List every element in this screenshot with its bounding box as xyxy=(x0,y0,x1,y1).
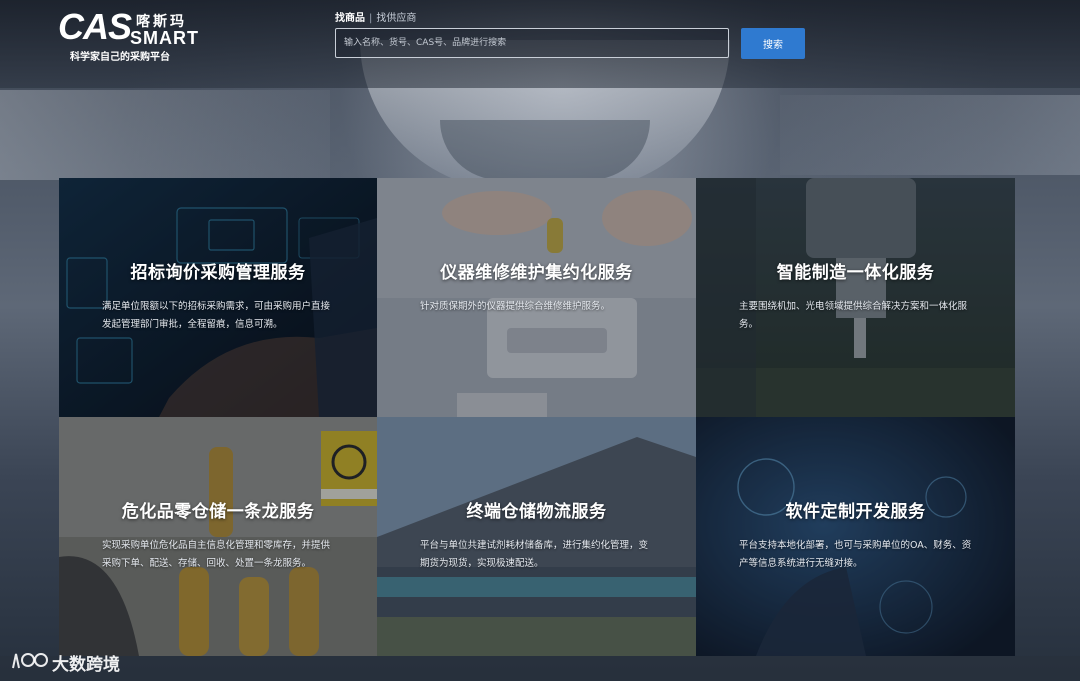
search-button[interactable]: 搜索 xyxy=(741,28,805,59)
service-card-instrument-repair[interactable]: 仪器维修维护集约化服务 针对质保期外的仪器提供综合维修维护服务。 xyxy=(377,178,696,417)
services-grid: 招标询价采购管理服务 满足单位限额以下的招标采购需求，可由采购用户直接发起管理部… xyxy=(59,178,1015,656)
tab-find-products[interactable]: 找商品 xyxy=(335,9,365,24)
service-card-smart-manufacturing[interactable]: 智能制造一体化服务 主要围绕机加、光电领域提供综合解决方案和一体化服务。 xyxy=(696,178,1015,417)
watermark-text: 大数跨境 xyxy=(52,655,120,675)
service-title: 软件定制开发服务 xyxy=(785,502,926,522)
background-microscope-lens xyxy=(440,120,650,180)
logo[interactable]: CAS 喀斯玛 SMART 科学家自己的采购平台 xyxy=(58,8,198,64)
watermark-logo-icon xyxy=(12,653,48,669)
service-card-warehouse-logistics[interactable]: 终端仓储物流服务 平台与单位共建试剂耗材储备库，进行集约化管理，变期货为现货，实… xyxy=(377,417,696,656)
search-input[interactable] xyxy=(335,28,729,58)
tab-separator: | xyxy=(369,13,373,24)
service-title: 仪器维修维护集约化服务 xyxy=(440,263,633,283)
service-description: 实现采购单位危化品自主信息化管理和零库存，并提供采购下单、配送、存储、回收、处置… xyxy=(102,540,331,569)
service-card-bidding[interactable]: 招标询价采购管理服务 满足单位限额以下的招标采购需求，可由采购用户直接发起管理部… xyxy=(59,178,377,417)
background-lab-equipment xyxy=(780,95,1080,175)
background-lab-shelf xyxy=(0,90,330,180)
logo-tagline: 科学家自己的采购平台 xyxy=(70,52,170,63)
service-description: 平台支持本地化部署，也可与采购单位的OA、财务、资产等信息系统进行无缝对接。 xyxy=(739,540,972,569)
page: CAS 喀斯玛 SMART 科学家自己的采购平台 找商品 |找供应商 搜索 xyxy=(0,0,1080,681)
service-description: 平台与单位共建试剂耗材储备库，进行集约化管理，变期货为现货，实现极速配送。 xyxy=(420,540,649,569)
service-card-software-development[interactable]: 软件定制开发服务 平台支持本地化部署，也可与采购单位的OA、财务、资产等信息系统… xyxy=(696,417,1015,656)
service-description: 满足单位限额以下的招标采购需求，可由采购用户直接发起管理部门审批，全程留痕，信息… xyxy=(102,301,331,330)
service-card-hazardous-chemicals[interactable]: 危化品零仓储一条龙服务 实现采购单位危化品自主信息化管理和零库存，并提供采购下单… xyxy=(59,417,377,656)
logo-smart: SMART xyxy=(130,28,199,48)
background-bottom-strip xyxy=(0,656,1080,681)
service-title: 危化品零仓储一条龙服务 xyxy=(121,502,315,522)
service-description: 主要围绕机加、光电领域提供综合解决方案和一体化服务。 xyxy=(739,301,968,330)
service-title: 智能制造一体化服务 xyxy=(776,263,935,283)
logo-brand: CAS xyxy=(58,6,132,47)
search-tabs: 找商品 | 找供应商 xyxy=(335,9,416,24)
service-title: 招标询价采购管理服务 xyxy=(130,263,306,283)
service-description: 针对质保期外的仪器提供综合维修维护服务。 xyxy=(420,301,611,312)
service-title: 终端仓储物流服务 xyxy=(466,502,607,522)
header: CAS 喀斯玛 SMART 科学家自己的采购平台 找商品 |找供应商 搜索 xyxy=(0,0,1080,88)
tab-find-suppliers[interactable]: 找供应商 xyxy=(376,9,416,24)
